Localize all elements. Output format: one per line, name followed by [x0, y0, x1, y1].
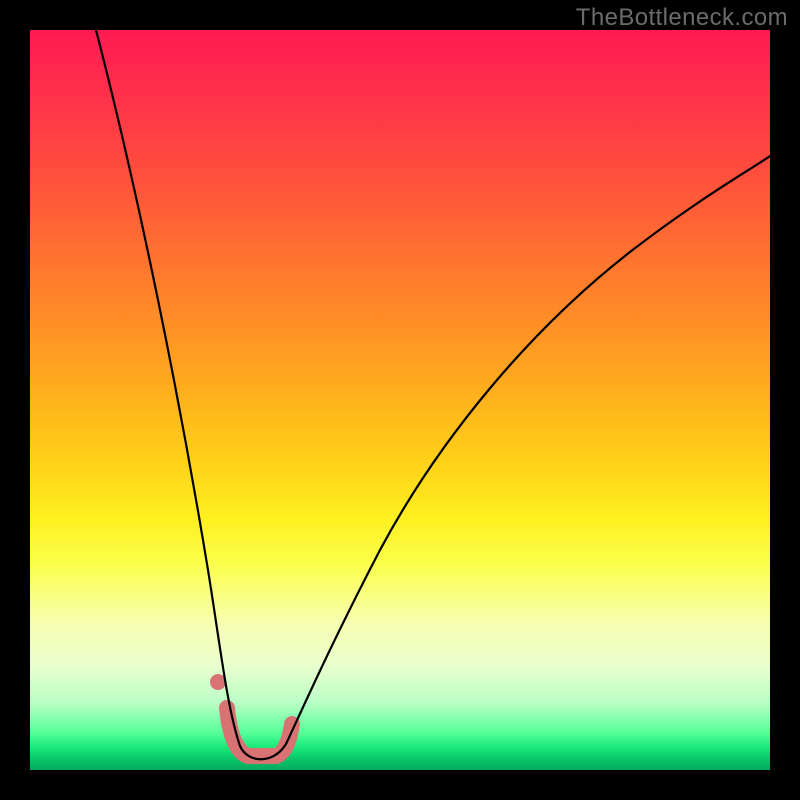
bottleneck-curve: [96, 30, 770, 759]
chart-frame: TheBottleneck.com: [0, 0, 800, 800]
watermark-text: TheBottleneck.com: [576, 4, 788, 32]
plot-area: [30, 30, 770, 770]
curve-layer: [30, 30, 770, 770]
